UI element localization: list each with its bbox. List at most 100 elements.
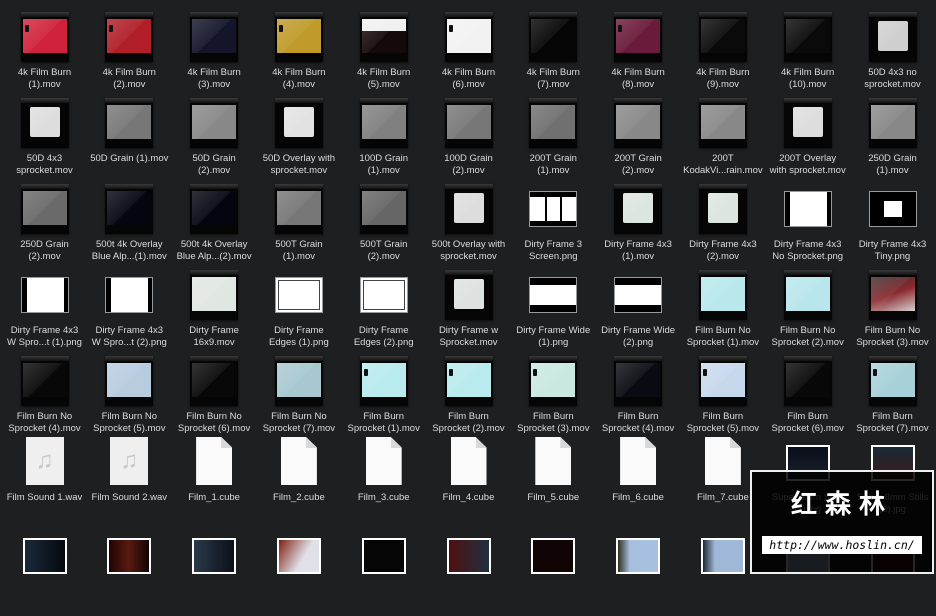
file-name-label: Film Sound 2.wav: [91, 492, 168, 503]
file-name-label: 4k Film Burn (1).mov: [17, 67, 72, 90]
file-item[interactable]: Film_1.cube: [172, 437, 257, 523]
file-item[interactable]: 4k Film Burn (10).mov: [765, 12, 850, 98]
photo-thumbnail-icon: [276, 538, 321, 574]
file-item[interactable]: Dirty Frame 3 Screen.png: [511, 184, 596, 270]
file-item[interactable]: 500T Grain (2).mov: [341, 184, 426, 270]
file-item[interactable]: 4k Film Burn (7).mov: [511, 12, 596, 98]
file-name-label: 250D Grain (2).mov: [20, 239, 69, 262]
file-item[interactable]: 4k Film Burn (9).mov: [680, 12, 765, 98]
file-name-label: Film Burn No Sprocket (5).mov: [93, 411, 166, 434]
file-item[interactable]: 50D Grain (2).mov: [172, 98, 257, 184]
movie-thumbnail-icon: [274, 12, 323, 62]
file-item[interactable]: Dirty Frame 4x3 (1).mov: [596, 184, 681, 270]
file-item[interactable]: Film Burn No Sprocket (1).mov: [680, 270, 765, 356]
file-item[interactable]: [87, 530, 172, 616]
file-item[interactable]: Film Burn Sprocket (6).mov: [765, 356, 850, 442]
file-item[interactable]: 50D Overlay with sprocket.mov: [256, 98, 341, 184]
image-frame-thumbnail-icon: [783, 191, 832, 227]
file-item[interactable]: Dirty Frame 4x3 Tiny.png: [850, 184, 935, 270]
file-item[interactable]: 100D Grain (2).mov: [426, 98, 511, 184]
file-item[interactable]: Film Burn Sprocket (4).mov: [596, 356, 681, 442]
file-item[interactable]: Film Burn Sprocket (5).mov: [680, 356, 765, 442]
file-item[interactable]: 250D Grain (1).mov: [850, 98, 935, 184]
file-item[interactable]: Dirty Frame Wide (1).png: [511, 270, 596, 356]
file-item[interactable]: Film Burn No Sprocket (6).mov: [172, 356, 257, 442]
file-item[interactable]: Film_2.cube: [256, 437, 341, 523]
movie-thumbnail-icon: [444, 12, 493, 62]
movie-thumbnail-icon: [444, 98, 493, 148]
file-item[interactable]: 50D Grain (1).mov: [87, 98, 172, 184]
movie-thumbnail-icon: [274, 356, 323, 406]
file-item[interactable]: 4k Film Burn (1).mov: [2, 12, 87, 98]
file-item[interactable]: Dirty Frame 4x3 W Spro...t (1).png: [2, 270, 87, 356]
file-item[interactable]: 200T Grain (1).mov: [511, 98, 596, 184]
file-name-label: 50D Grain (1).mov: [90, 153, 169, 164]
file-item[interactable]: Dirty Frame Edges (2).png: [341, 270, 426, 356]
movie-thumbnail-icon: [614, 98, 663, 148]
file-item[interactable]: 500t 4k Overlay Blue Alp...(1).mov: [87, 184, 172, 270]
file-item[interactable]: Film_4.cube: [426, 437, 511, 523]
file-item[interactable]: 4k Film Burn (4).mov: [256, 12, 341, 98]
watermark: 红森林 http://www.hoslin.cn/: [750, 470, 934, 574]
movie-thumbnail-icon: [190, 98, 239, 148]
file-item[interactable]: Film Burn No Sprocket (7).mov: [256, 356, 341, 442]
movie-thumbnail-icon: [698, 270, 747, 320]
music-note-icon: ♫: [25, 437, 64, 485]
file-item[interactable]: 4k Film Burn (6).mov: [426, 12, 511, 98]
file-item[interactable]: [172, 530, 257, 616]
file-item[interactable]: 4k Film Burn (3).mov: [172, 12, 257, 98]
image-frame-thumbnail-icon: [274, 277, 323, 313]
file-item[interactable]: 500t Overlay with sprocket.mov: [426, 184, 511, 270]
file-item[interactable]: 250D Grain (2).mov: [2, 184, 87, 270]
file-item[interactable]: [256, 530, 341, 616]
file-item[interactable]: ♫ Film Sound 1.wav: [2, 437, 87, 523]
file-item[interactable]: Film Burn Sprocket (3).mov: [511, 356, 596, 442]
file-item[interactable]: 500t 4k Overlay Blue Alp...(2).mov: [172, 184, 257, 270]
file-item[interactable]: Film_6.cube: [596, 437, 681, 523]
file-item[interactable]: [596, 530, 681, 616]
file-item[interactable]: 200T Overlay with sprocket.mov: [765, 98, 850, 184]
file-item[interactable]: Film Burn No Sprocket (5).mov: [87, 356, 172, 442]
movie-thumbnail-icon: [359, 98, 408, 148]
file-item[interactable]: 50D 4x3 sprocket.mov: [2, 98, 87, 184]
file-item[interactable]: Dirty Frame Edges (1).png: [256, 270, 341, 356]
file-item[interactable]: Dirty Frame w Sprocket.mov: [426, 270, 511, 356]
file-item[interactable]: Film Burn No Sprocket (4).mov: [2, 356, 87, 442]
file-item[interactable]: Film Burn No Sprocket (2).mov: [765, 270, 850, 356]
movie-thumbnail-icon: [698, 98, 747, 148]
file-item[interactable]: Film Burn No Sprocket (3).mov: [850, 270, 935, 356]
file-item[interactable]: Dirty Frame 4x3 No Sprocket.png: [765, 184, 850, 270]
file-item[interactable]: 4k Film Burn (8).mov: [596, 12, 681, 98]
file-item[interactable]: 4k Film Burn (5).mov: [341, 12, 426, 98]
file-item[interactable]: ♫ Film Sound 2.wav: [87, 437, 172, 523]
file-item[interactable]: [426, 530, 511, 616]
file-item[interactable]: 100D Grain (1).mov: [341, 98, 426, 184]
file-item[interactable]: Dirty Frame 4x3 W Spro...t (2).png: [87, 270, 172, 356]
watermark-url: http://www.hoslin.cn/: [762, 536, 922, 554]
file-item[interactable]: 50D 4x3 no sprocket.mov: [850, 12, 935, 98]
file-item[interactable]: 4k Film Burn (2).mov: [87, 12, 172, 98]
photo-thumbnail-icon: [446, 538, 491, 574]
file-item[interactable]: Film Burn Sprocket (7).mov: [850, 356, 935, 442]
file-item[interactable]: [511, 530, 596, 616]
file-name-label: 50D 4x3 sprocket.mov: [16, 153, 73, 176]
file-item[interactable]: Dirty Frame 4x3 (2).mov: [680, 184, 765, 270]
file-item[interactable]: Dirty Frame Wide (2).png: [596, 270, 681, 356]
file-item[interactable]: Film Burn Sprocket (1).mov: [341, 356, 426, 442]
file-name-label: 200T KodakVi...rain.mov: [683, 153, 763, 176]
file-item[interactable]: Film_3.cube: [341, 437, 426, 523]
movie-thumbnail-icon: [105, 12, 154, 62]
file-item[interactable]: Film Burn Sprocket (2).mov: [426, 356, 511, 442]
movie-thumbnail-icon: [529, 12, 578, 62]
file-name-label: Film Burn Sprocket (5).mov: [686, 411, 760, 434]
file-item[interactable]: 500T Grain (1).mov: [256, 184, 341, 270]
file-item[interactable]: 200T KodakVi...rain.mov: [680, 98, 765, 184]
file-item[interactable]: Dirty Frame 16x9.mov: [172, 270, 257, 356]
file-item[interactable]: 200T Grain (2).mov: [596, 98, 681, 184]
file-item[interactable]: [341, 530, 426, 616]
file-item[interactable]: Film_5.cube: [511, 437, 596, 523]
file-name-label: 4k Film Burn (2).mov: [102, 67, 156, 90]
document-icon: [704, 437, 741, 485]
file-item[interactable]: [2, 530, 87, 616]
movie-thumbnail-icon: [190, 12, 239, 62]
